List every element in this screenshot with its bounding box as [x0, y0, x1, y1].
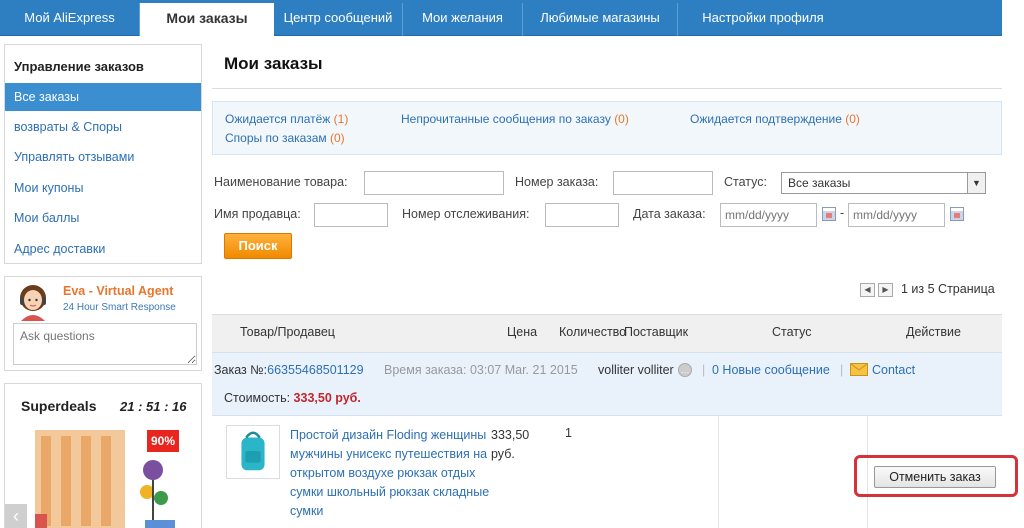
column-divider — [718, 416, 719, 528]
order-time: Время заказа: 03:07 Mar. 21 2015 — [384, 363, 578, 377]
unread-messages-label: Непрочитанные сообщения по заказу — [401, 112, 611, 126]
order-date-label: Дата заказа: — [633, 207, 706, 221]
awaiting-payment-count: (1) — [333, 112, 349, 126]
order-header: Заказ №:66355468501129 Время заказа: 03:… — [212, 352, 1002, 416]
header-action: Действие — [906, 325, 961, 339]
pager-text: 1 из 5 Страница — [901, 282, 995, 296]
seller-name-input[interactable] — [314, 203, 388, 227]
date-separator: - — [840, 206, 845, 220]
separator-2: | — [840, 363, 844, 377]
envelope-icon[interactable] — [850, 363, 868, 376]
disputes-link[interactable]: Споры по заказам (0) — [225, 131, 345, 145]
order-cost: Стоимость: 333,50 руб. — [224, 391, 361, 405]
order-number-input[interactable] — [613, 171, 713, 195]
pager-next-icon[interactable]: ▶ — [878, 283, 893, 297]
tab-profile-settings[interactable]: Настройки профиля — [678, 3, 848, 36]
superdeals-title: Superdeals — [21, 398, 97, 414]
order-summary-box: Ожидается платёж (1) Непрочитанные сообщ… — [212, 101, 1002, 155]
awaiting-confirmation-count: (0) — [845, 112, 860, 126]
disputes-count: (0) — [329, 131, 345, 145]
chat-icon[interactable]: … — [678, 363, 692, 377]
awaiting-payment-link[interactable]: Ожидается платёж (1) — [225, 112, 348, 126]
title-divider — [212, 88, 1002, 89]
separator-1: | — [702, 363, 706, 377]
seller-name-label: Имя продавца: — [214, 207, 301, 221]
header-supplier: Поставщик — [624, 325, 689, 339]
order-cost-label: Стоимость: — [224, 391, 291, 405]
sidebar: Управление заказов Все заказы возвраты &… — [4, 44, 202, 264]
seller-name[interactable]: volliter volliter — [598, 363, 674, 377]
tab-my-wishlist[interactable]: Мои желания — [403, 3, 523, 36]
sidebar-item-my-coupons[interactable]: Мои купоны — [5, 174, 201, 202]
disputes-label: Споры по заказам — [225, 131, 327, 145]
tab-my-orders[interactable]: Мои заказы — [140, 3, 274, 36]
order-time-value: 03:07 Mar. 21 2015 — [469, 363, 578, 377]
sidebar-item-all-orders[interactable]: Все заказы — [5, 83, 201, 111]
calendar-to-icon[interactable] — [950, 207, 964, 221]
header-price: Цена — [507, 325, 538, 339]
order-number-link[interactable]: 66355468501129 — [267, 363, 363, 377]
search-button[interactable]: Поиск — [224, 233, 292, 259]
order-number-label: Номер заказа: — [515, 175, 599, 189]
date-from-input[interactable] — [720, 203, 817, 227]
order-number-label: Заказ №: — [214, 363, 268, 377]
new-messages-link[interactable]: 0 Новые сообщение — [712, 363, 830, 377]
header-quantity: Количество — [559, 325, 627, 339]
unread-messages-link[interactable]: Непрочитанные сообщения по заказу (0) — [401, 112, 629, 126]
status-select[interactable]: Все заказы ▼ — [781, 172, 986, 194]
status-label: Статус: — [724, 175, 767, 189]
order-cost-value: 333,50 руб. — [293, 391, 361, 405]
unread-messages-count: (0) — [614, 112, 629, 126]
cancel-order-highlight: Отменить заказ — [854, 455, 1018, 497]
page-title: Мои заказы — [224, 54, 323, 73]
virtual-agent-panel: Eva - Virtual Agent 24 Hour Smart Respon… — [4, 276, 202, 371]
order-number: Заказ №:66355468501129 — [214, 363, 364, 377]
tab-favorite-stores[interactable]: Любимые магазины — [523, 3, 678, 36]
superdeals-timer: 21 : 51 : 16 — [120, 399, 187, 414]
date-to-input[interactable] — [848, 203, 945, 227]
dropdown-arrow-icon: ▼ — [967, 173, 985, 193]
superdeals-panel: Superdeals 21 : 51 : 16 90% ‹ — [4, 383, 202, 528]
top-navigation: Мой AliExpress Мои заказы Центр сообщени… — [0, 0, 1002, 36]
sidebar-heading: Управление заказов — [14, 59, 144, 74]
orders-table-header: Товар/Продавец Цена Количество Поставщик… — [212, 314, 1002, 352]
order-time-label: Время заказа: — [384, 363, 467, 377]
agent-name: Eva - Virtual Agent — [63, 284, 174, 298]
tracking-number-label: Номер отслеживания: — [402, 207, 530, 221]
header-status: Статус — [772, 325, 812, 339]
main-content: Мои заказы Ожидается платёж (1) Непрочит… — [212, 40, 1018, 528]
product-name-label: Наименование товара: — [214, 175, 348, 189]
carousel-prev-icon[interactable]: ‹ — [5, 504, 27, 528]
contact-link[interactable]: Contact — [872, 363, 915, 377]
header-product: Товар/Продавец — [240, 325, 335, 339]
product-price: 333,50 руб. — [491, 428, 530, 461]
agent-subtitle: 24 Hour Smart Response — [63, 302, 176, 313]
product-title-link[interactable]: Простой дизайн Floding женщины мужчины у… — [290, 426, 490, 521]
awaiting-payment-label: Ожидается платёж — [225, 112, 331, 126]
sidebar-item-returns-disputes[interactable]: возвраты & Споры — [5, 113, 201, 141]
awaiting-confirmation-label: Ожидается подтверждение — [690, 112, 842, 126]
status-select-value: Все заказы — [788, 176, 851, 190]
product-name-input[interactable] — [364, 171, 504, 195]
pager-prev-icon[interactable]: ◀ — [860, 283, 875, 297]
agent-avatar-icon — [20, 285, 46, 321]
discount-badge: 90% — [147, 430, 179, 452]
ask-questions-input[interactable] — [13, 323, 197, 365]
tracking-number-input[interactable] — [545, 203, 619, 227]
tab-message-center[interactable]: Центр сообщений — [274, 3, 403, 36]
awaiting-confirmation-link[interactable]: Ожидается подтверждение (0) — [690, 112, 860, 126]
sidebar-item-shipping-address[interactable]: Адрес доставки — [5, 235, 201, 263]
sidebar-item-manage-feedback[interactable]: Управлять отзывами — [5, 143, 201, 171]
calendar-from-icon[interactable] — [822, 207, 836, 221]
sidebar-item-my-points[interactable]: Мои баллы — [5, 204, 201, 232]
tab-my-aliexpress[interactable]: Мой AliExpress — [0, 3, 140, 36]
product-thumbnail[interactable] — [226, 425, 280, 479]
product-quantity: 1 — [565, 426, 572, 440]
cancel-order-button[interactable]: Отменить заказ — [874, 466, 996, 488]
